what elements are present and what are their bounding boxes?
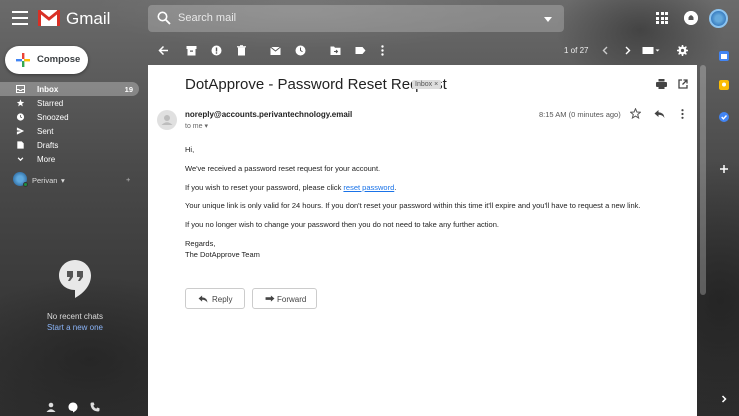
top-bar: Gmail Search mail [0, 0, 739, 38]
star-icon [16, 99, 25, 107]
person-icon [161, 115, 173, 125]
body-line-4: If you no longer wish to change your pas… [185, 220, 499, 229]
signature-regards: Regards, [185, 239, 216, 248]
search-options-icon[interactable] [544, 17, 552, 22]
message-pane: DotApprove - Password Reset Request Inbo… [148, 65, 697, 416]
notifications-icon[interactable] [684, 11, 698, 25]
hangouts-chat-icon [59, 260, 91, 298]
print-icon[interactable] [656, 79, 667, 89]
body-line-1: We've received a password reset request … [185, 164, 381, 173]
hangouts-quote-icon[interactable] [68, 402, 78, 413]
search-box[interactable]: Search mail [148, 5, 564, 32]
tasks-app-icon[interactable] [719, 112, 729, 122]
expand-panel-chevron-icon[interactable] [719, 394, 729, 404]
sender-avatar [157, 110, 177, 130]
sender-address[interactable]: noreply@accounts.perivantechnology.email [185, 110, 352, 119]
inbox-label-chip[interactable]: Inbox × [412, 80, 442, 89]
star-outline-icon[interactable] [630, 108, 641, 119]
new-chat-plus-icon[interactable]: + [126, 175, 130, 184]
label-tag-icon[interactable] [355, 45, 366, 56]
phone-icon[interactable] [90, 402, 100, 412]
no-recent-chats-text: No recent chats [46, 312, 104, 321]
nav-label: Inbox [37, 85, 59, 94]
back-arrow-icon[interactable] [158, 45, 169, 56]
nav-item-sent[interactable]: Sent [0, 124, 140, 138]
report-spam-icon[interactable] [211, 45, 222, 56]
hangouts-user-name: Perivan [32, 176, 58, 185]
main-menu-icon[interactable] [12, 11, 28, 25]
search-input[interactable]: Search mail [178, 12, 236, 24]
forward-button[interactable]: Forward [252, 288, 317, 309]
send-icon [16, 127, 25, 135]
reply-label: Reply [212, 295, 233, 304]
compose-label: Compose [37, 54, 81, 65]
nav-label: Snoozed [37, 113, 69, 122]
nav-label: Drafts [37, 141, 59, 150]
chevron-down-icon [17, 157, 24, 162]
caret-down-icon[interactable]: ▾ [61, 176, 65, 185]
chevron-left-icon[interactable] [600, 45, 611, 56]
draft-icon [17, 141, 24, 149]
start-new-chat-link[interactable]: Start a new one [0, 323, 150, 332]
reply-arrow-icon[interactable] [654, 109, 665, 119]
recipient-details[interactable]: to me ▾ [185, 122, 208, 130]
body-line-2-end: . [394, 183, 397, 192]
calendar-app-icon[interactable] [719, 51, 729, 61]
keep-app-icon[interactable] [719, 80, 729, 90]
body-line-3: Your unique link is only valid for 24 ho… [185, 201, 641, 210]
apps-grid-icon[interactable] [656, 12, 668, 24]
message-time: 8:15 AM (0 minutes ago) [539, 110, 621, 119]
recipient-text: to me [185, 123, 203, 130]
forward-icon [265, 295, 275, 302]
archive-icon[interactable] [186, 45, 197, 56]
input-tools-keyboard-icon[interactable] [642, 45, 660, 56]
body-line-2-text: If you wish to reset your password, plea… [185, 183, 344, 192]
account-avatar[interactable] [709, 9, 728, 28]
nav-label: Sent [37, 127, 54, 136]
delete-icon[interactable] [236, 45, 247, 56]
snooze-clock-icon[interactable] [295, 45, 306, 56]
chevron-right-icon[interactable] [622, 45, 633, 56]
clock-icon [16, 113, 25, 121]
brand-name[interactable]: Gmail [66, 9, 110, 29]
signature-team: The DotApprove Team [185, 250, 260, 259]
nav-label: More [37, 155, 56, 164]
open-in-new-window-icon[interactable] [678, 79, 688, 89]
message-more-icon[interactable] [681, 109, 684, 119]
contacts-person-icon[interactable] [46, 402, 56, 412]
body-greeting: Hi, [185, 145, 195, 154]
reply-icon [198, 295, 208, 303]
nav-item-more[interactable]: More [0, 152, 140, 166]
reply-button[interactable]: Reply [185, 288, 245, 309]
search-icon[interactable] [157, 11, 171, 25]
scrollbar[interactable] [700, 65, 706, 295]
unread-count: 19 [124, 85, 133, 94]
side-panel [708, 40, 739, 416]
nav-item-starred[interactable]: Starred [0, 96, 140, 110]
more-options-icon[interactable] [381, 45, 384, 56]
reset-password-link[interactable]: reset password [343, 183, 394, 192]
move-to-icon[interactable] [330, 45, 341, 56]
nav-label: Starred [37, 99, 64, 108]
pagination-text: 1 of 27 [564, 46, 589, 55]
nav-item-inbox[interactable]: Inbox 19 [0, 82, 139, 96]
settings-gear-icon[interactable] [677, 45, 688, 56]
inbox-icon [16, 85, 25, 93]
plus-icon [16, 53, 30, 67]
left-nav: Inbox 19 Starred Snoozed Sent Drafts Mor… [0, 82, 140, 166]
body-line-2: If you wish to reset your password, plea… [185, 183, 396, 192]
hangouts-bottom-bar [46, 402, 106, 414]
message-subject: DotApprove - Password Reset Request [185, 76, 447, 93]
get-addons-plus-icon[interactable] [719, 164, 729, 174]
details-caret-icon[interactable]: ▾ [204, 123, 208, 130]
message-toolbar: 1 of 27 [148, 40, 698, 62]
nav-item-snoozed[interactable]: Snoozed [0, 110, 140, 124]
compose-button[interactable]: Compose [5, 46, 88, 74]
gmail-logo-icon[interactable] [38, 8, 60, 28]
online-status-icon [23, 182, 28, 187]
mark-unread-icon[interactable] [270, 45, 281, 56]
forward-label: Forward [277, 295, 307, 304]
nav-item-drafts[interactable]: Drafts [0, 138, 140, 152]
